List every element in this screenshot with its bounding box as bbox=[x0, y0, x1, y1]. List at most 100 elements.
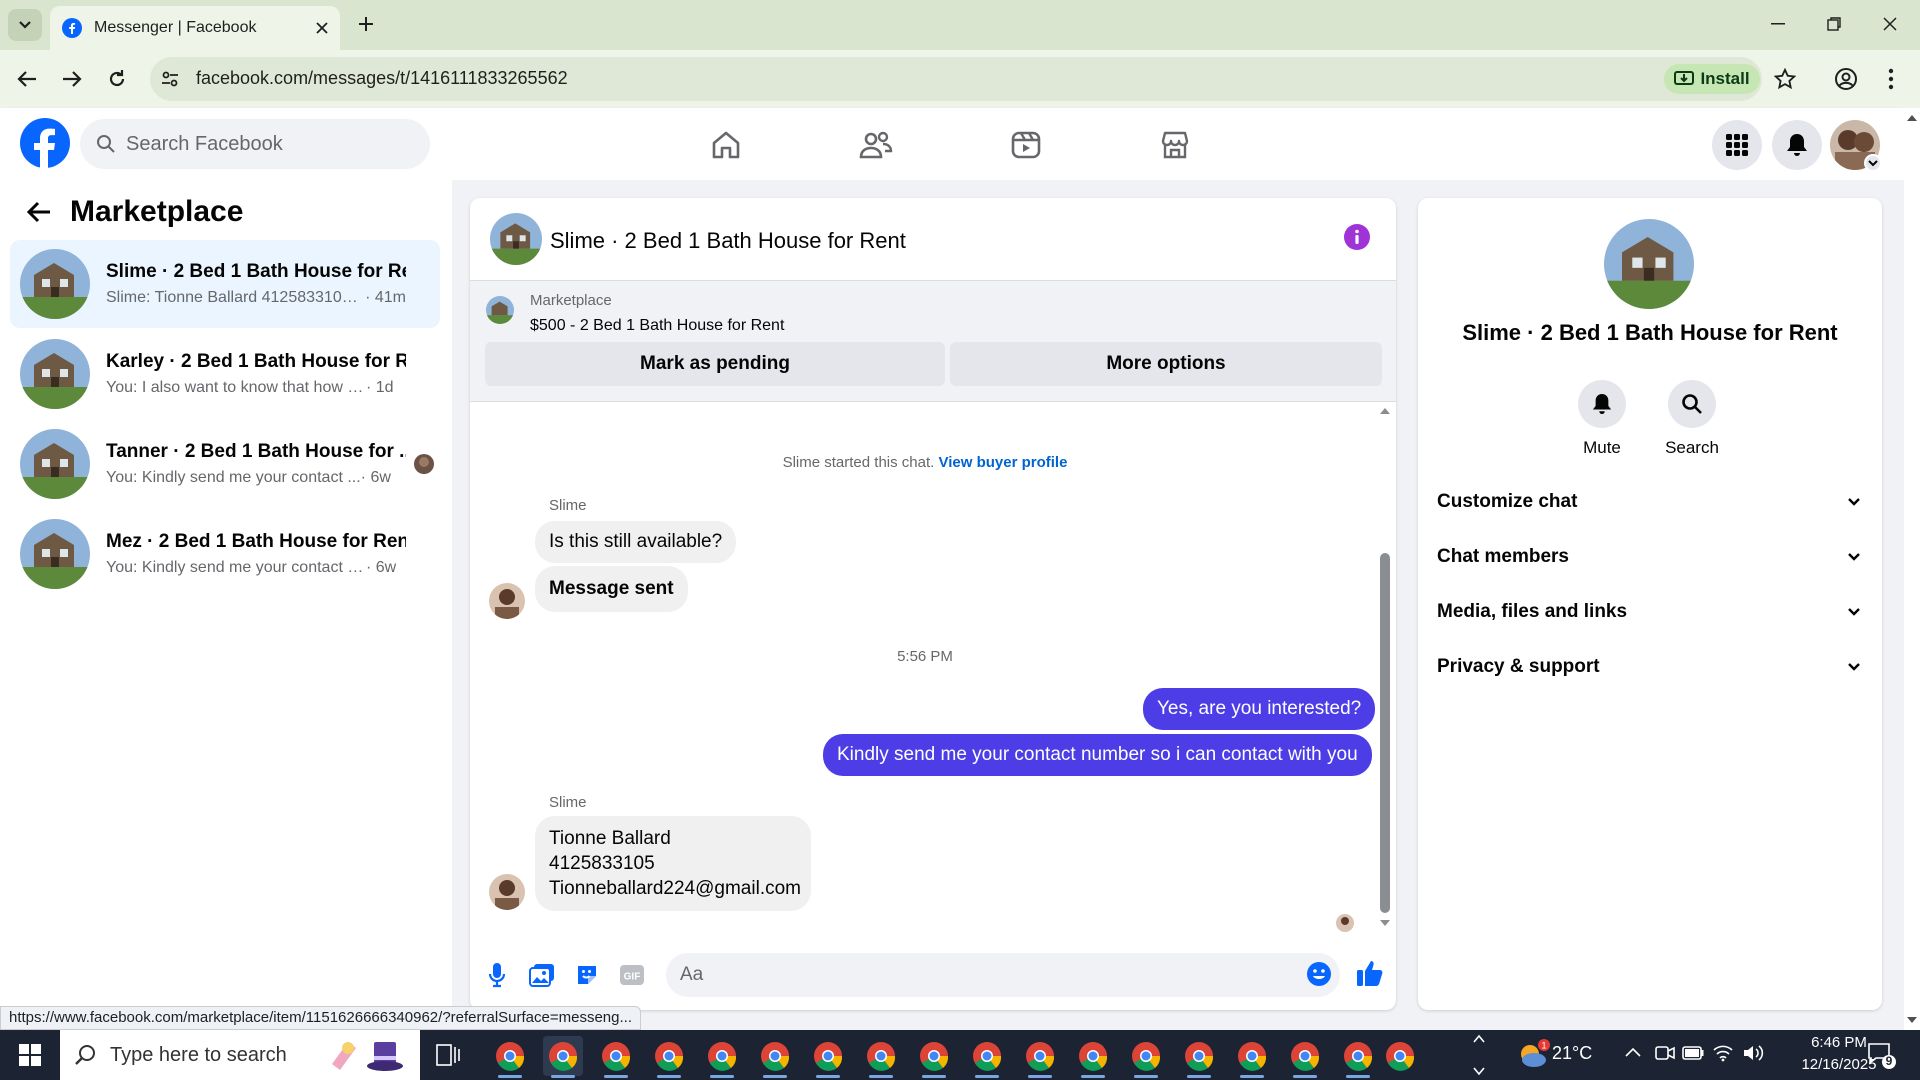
taskbar-chrome-app[interactable] bbox=[649, 1036, 689, 1078]
conversation-item[interactable]: Tanner · 2 Bed 1 Bath House for ... You:… bbox=[10, 420, 440, 508]
back-button[interactable] bbox=[10, 62, 44, 96]
chrome-icon bbox=[1291, 1042, 1320, 1071]
search-action[interactable]: Search bbox=[1647, 380, 1737, 458]
scroll-up-arrow-icon[interactable] bbox=[1378, 406, 1392, 416]
back-arrow-icon[interactable] bbox=[26, 200, 52, 224]
facebook-logo-icon[interactable] bbox=[20, 118, 70, 168]
facebook-search-input[interactable]: Search Facebook bbox=[80, 119, 430, 169]
start-button[interactable] bbox=[0, 1030, 60, 1080]
mute-action[interactable]: Mute bbox=[1557, 380, 1647, 458]
message-timestamp: 5:56 PM bbox=[897, 648, 953, 665]
browser-menu-icon[interactable] bbox=[1888, 68, 1894, 90]
forward-button[interactable] bbox=[55, 62, 89, 96]
taskbar-chrome-app[interactable] bbox=[1380, 1036, 1420, 1076]
attach-photo-button[interactable] bbox=[527, 960, 557, 990]
taskbar-chrome-app[interactable] bbox=[755, 1036, 795, 1078]
marketplace-label: Marketplace bbox=[530, 292, 612, 309]
chat-members-section[interactable]: Chat members bbox=[1437, 537, 1861, 577]
taskbar-chrome-app[interactable] bbox=[1338, 1036, 1378, 1078]
taskbar-chrome-app[interactable] bbox=[861, 1036, 901, 1078]
taskbar-chrome-app[interactable] bbox=[1126, 1036, 1166, 1078]
taskbar-chrome-app[interactable] bbox=[596, 1036, 636, 1078]
like-button[interactable] bbox=[1355, 958, 1385, 988]
volume-icon[interactable] bbox=[1742, 1044, 1764, 1062]
install-app-button[interactable]: Install bbox=[1664, 64, 1760, 94]
close-tab-icon[interactable] bbox=[316, 22, 328, 34]
mute-button[interactable] bbox=[1578, 380, 1626, 428]
gif-button[interactable]: GIF bbox=[617, 960, 647, 990]
taskbar-chrome-app[interactable] bbox=[702, 1036, 742, 1078]
nav-watch[interactable] bbox=[996, 125, 1056, 165]
emoji-button[interactable] bbox=[1306, 961, 1332, 987]
taskbar-chrome-app[interactable] bbox=[1285, 1036, 1325, 1078]
task-view-icon[interactable] bbox=[436, 1044, 460, 1066]
media-files-links-section[interactable]: Media, files and links bbox=[1437, 592, 1861, 632]
close-window-button[interactable] bbox=[1862, 0, 1918, 48]
taskbar-chrome-app[interactable] bbox=[1232, 1036, 1272, 1078]
taskbar-chrome-app[interactable] bbox=[1073, 1036, 1113, 1078]
chat-title[interactable]: Slime · 2 Bed 1 Bath House for Rent bbox=[550, 228, 906, 254]
scroll-down-arrow-icon[interactable] bbox=[1378, 918, 1392, 928]
battery-icon[interactable] bbox=[1682, 1046, 1704, 1060]
page-scrollbar[interactable] bbox=[1904, 108, 1920, 1030]
listing-price-title[interactable]: $500 - 2 Bed 1 Bath House for Rent bbox=[530, 317, 784, 335]
incoming-message[interactable]: Tionne Ballard 4125833105 Tionneballard2… bbox=[535, 816, 811, 911]
view-buyer-profile-link[interactable]: View buyer profile bbox=[938, 454, 1067, 471]
profile-icon[interactable] bbox=[1834, 67, 1858, 91]
new-tab-button[interactable] bbox=[352, 10, 380, 38]
wifi-icon[interactable] bbox=[1712, 1044, 1734, 1062]
account-chevron-icon[interactable] bbox=[1864, 154, 1882, 172]
nav-marketplace[interactable] bbox=[1145, 125, 1205, 165]
weather-icon[interactable]: 1 bbox=[1516, 1038, 1550, 1072]
conversation-item[interactable]: Slime · 2 Bed 1 Bath House for Rent Slim… bbox=[10, 240, 440, 328]
outgoing-message[interactable]: Yes, are you interested? bbox=[1143, 688, 1376, 730]
bookmark-star-icon[interactable] bbox=[1774, 68, 1796, 90]
incoming-message[interactable]: Message sent bbox=[535, 566, 688, 612]
mark-as-pending-button[interactable]: Mark as pending bbox=[485, 342, 945, 386]
sender-name: Slime bbox=[549, 794, 587, 811]
maximize-button[interactable] bbox=[1806, 0, 1862, 48]
arrow-right-icon bbox=[63, 71, 82, 87]
conversation-item[interactable]: Karley · 2 Bed 1 Bath House for Rent You… bbox=[10, 330, 440, 418]
privacy-support-section[interactable]: Privacy & support bbox=[1437, 647, 1861, 687]
taskbar-chrome-app[interactable] bbox=[1179, 1036, 1219, 1078]
tab-search-button[interactable] bbox=[8, 9, 42, 41]
more-options-button[interactable]: More options bbox=[950, 342, 1382, 386]
customize-chat-section[interactable]: Customize chat bbox=[1437, 482, 1861, 522]
outgoing-message[interactable]: Kindly send me your contact number so i … bbox=[823, 734, 1372, 776]
notifications-button[interactable] bbox=[1772, 120, 1822, 170]
incoming-message[interactable]: Is this still available? bbox=[535, 521, 737, 563]
taskbar-chrome-app[interactable] bbox=[914, 1036, 954, 1078]
search-in-conversation-button[interactable] bbox=[1668, 380, 1716, 428]
section-label: Chat members bbox=[1437, 546, 1569, 567]
taskbar-chrome-app-active[interactable] bbox=[543, 1036, 583, 1078]
page-scroll-up-icon[interactable] bbox=[1906, 114, 1918, 122]
taskbar-scroll-icon[interactable] bbox=[1472, 1032, 1486, 1078]
reload-button[interactable] bbox=[100, 62, 134, 96]
voice-clip-button[interactable] bbox=[482, 960, 512, 990]
info-button[interactable] bbox=[1344, 224, 1370, 250]
message-input[interactable]: Aa bbox=[666, 953, 1340, 997]
conversation-item[interactable]: Mez · 2 Bed 1 Bath House for Rent You: K… bbox=[10, 510, 440, 598]
chat-scrollbar-thumb[interactable] bbox=[1380, 553, 1390, 913]
nav-friends[interactable] bbox=[846, 125, 906, 165]
tray-overflow-icon[interactable] bbox=[1624, 1046, 1642, 1058]
taskbar-chrome-app[interactable] bbox=[1020, 1036, 1060, 1078]
sender-avatar[interactable] bbox=[489, 583, 525, 619]
browser-tab[interactable]: Messenger | Facebook bbox=[50, 6, 340, 50]
url-text[interactable]: facebook.com/messages/t/1416111833265562 bbox=[196, 68, 568, 89]
menu-button[interactable] bbox=[1712, 120, 1762, 170]
meet-now-icon[interactable] bbox=[1655, 1044, 1675, 1062]
nav-home[interactable] bbox=[696, 125, 756, 165]
sender-avatar[interactable] bbox=[489, 874, 525, 910]
minimize-button[interactable] bbox=[1750, 0, 1806, 48]
taskbar-chrome-app[interactable] bbox=[490, 1036, 530, 1078]
page-scroll-down-icon[interactable] bbox=[1906, 1016, 1918, 1024]
weather-temperature[interactable]: 21°C bbox=[1552, 1043, 1592, 1064]
taskbar-chrome-app[interactable] bbox=[967, 1036, 1007, 1078]
chat-header-avatar[interactable] bbox=[490, 213, 542, 265]
taskbar-chrome-app[interactable] bbox=[808, 1036, 848, 1078]
conversation-avatar[interactable] bbox=[1604, 219, 1694, 309]
site-info-icon[interactable] bbox=[160, 69, 180, 89]
sticker-button[interactable] bbox=[572, 960, 602, 990]
